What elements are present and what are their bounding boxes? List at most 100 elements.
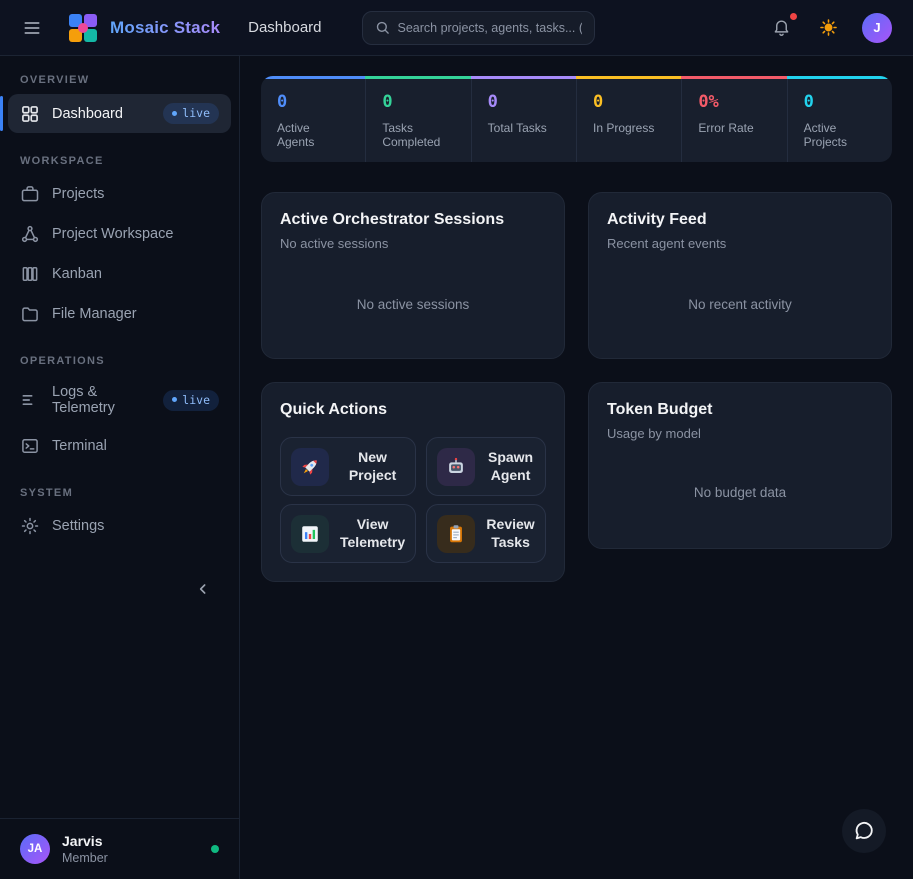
clipboard-icon [437,515,475,553]
folder-icon [20,304,40,324]
stat-value: 0 [804,92,876,112]
user-avatar[interactable]: J [862,13,892,43]
mosaic-logo-icon [66,11,100,45]
sessions-empty-state: No active sessions [280,251,546,340]
brand[interactable]: Mosaic Stack [66,11,220,45]
stat-label: Tasks Completed [382,121,454,149]
live-dot-icon [172,397,177,402]
header-actions: J [768,13,892,43]
sidebar-item-project-workspace[interactable]: Project Workspace [8,215,231,253]
stat-value: 0 [593,92,665,112]
activity-feed-card: Activity Feed Recent agent events No rec… [588,192,892,359]
online-status-dot [211,845,219,853]
search-icon [375,20,390,35]
sidebar-item-kanban[interactable]: Kanban [8,255,231,293]
sidebar-item-settings[interactable]: Settings [8,507,231,545]
sidebar-item-logs-telemetry[interactable]: Logs & Telemetry live [8,375,231,425]
sessions-card: Active Orchestrator Sessions No active s… [261,192,565,359]
stat-value: 0% [698,92,770,112]
sidebar-item-dashboard[interactable]: Dashboard live [8,94,231,133]
card-subtitle: Usage by model [607,426,873,441]
stat-label: Active Projects [804,121,876,149]
card-title: Quick Actions [280,401,546,419]
stat-tasks-completed: 0 Tasks Completed [365,76,470,162]
grid-icon [20,104,40,124]
live-dot-icon [172,111,177,116]
chat-button[interactable] [842,809,886,853]
sidebar-item-label: Projects [52,186,104,202]
stat-value: 0 [382,92,454,112]
new-project-button[interactable]: New Project [280,437,416,496]
view-telemetry-button[interactable]: View Telemetry [280,504,416,563]
gear-icon [20,516,40,536]
stat-total-tasks: 0 Total Tasks [471,76,576,162]
collapse-sidebar-button[interactable] [191,577,215,601]
spawn-agent-button[interactable]: Spawn Agent [426,437,546,496]
user-name: Jarvis [62,833,108,849]
chart-icon [291,515,329,553]
quick-actions-grid: New Project [280,437,546,563]
card-subtitle: No active sessions [280,236,546,251]
sidebar-item-label: File Manager [52,306,137,322]
live-badge: live [163,390,219,411]
stat-label: Total Tasks [488,121,560,135]
main-content: 0 Active Agents 0 Tasks Completed 0 Tota… [240,56,913,879]
sidebar-item-label: Project Workspace [52,226,173,242]
stat-active-projects: 0 Active Projects [787,76,892,162]
logs-icon [20,390,40,410]
user-avatar-initials: JA [20,834,50,864]
review-tasks-button[interactable]: Review Tasks [426,504,546,563]
section-label: Workspace [0,149,239,173]
briefcase-icon [20,184,40,204]
breadcrumb[interactable]: Dashboard [248,19,321,36]
activity-empty-state: No recent activity [607,251,873,340]
stat-label: Error Rate [698,121,770,135]
search-input[interactable] [398,21,582,35]
brand-name: Mosaic Stack [110,18,220,38]
menu-icon [22,18,42,38]
section-label: System [0,481,239,505]
rocket-icon [291,448,329,486]
chevron-left-icon [195,581,211,597]
sidebar-section-system: System Settings [0,481,239,547]
sidebar-item-projects[interactable]: Projects [8,175,231,213]
sidebar-item-label: Terminal [52,438,107,454]
card-title: Active Orchestrator Sessions [280,211,546,229]
menu-button[interactable] [18,14,46,42]
stat-value: 0 [277,92,349,112]
budget-empty-state: No budget data [607,441,873,530]
stat-in-progress: 0 In Progress [576,76,681,162]
sidebar-item-label: Dashboard [52,106,123,122]
card-title: Activity Feed [607,211,873,229]
quick-actions-card: Quick Actions [261,382,565,582]
card-subtitle: Recent agent events [607,236,873,251]
card-title: Token Budget [607,401,873,419]
robot-icon [437,448,475,486]
top-bar: Mosaic Stack Dashboard J [0,0,913,56]
theme-toggle-button[interactable] [815,14,842,41]
bell-icon [772,18,791,37]
search-bar[interactable] [362,11,595,45]
sidebar-item-label: Settings [52,518,104,534]
stat-label: In Progress [593,121,665,135]
notification-dot [790,13,797,20]
token-budget-card: Token Budget Usage by model No budget da… [588,382,892,549]
stats-row: 0 Active Agents 0 Tasks Completed 0 Tota… [261,76,892,162]
stat-label: Active Agents [277,121,349,149]
section-label: Operations [0,349,239,373]
sidebar-section-operations: Operations Logs & Telemetry live Termina… [0,349,239,467]
notifications-button[interactable] [768,14,795,41]
sidebar-item-terminal[interactable]: Terminal [8,427,231,465]
sidebar-item-label: Logs & Telemetry [52,384,151,416]
sidebar-user-card[interactable]: JA Jarvis Member [0,818,239,879]
sidebar-collapse-row [0,547,239,601]
network-icon [20,224,40,244]
sidebar-section-overview: Overview Dashboard live [0,68,239,135]
action-label: New Project [340,449,405,484]
sidebar-section-workspace: Workspace Projects Project Workspace Kan… [0,149,239,335]
terminal-icon [20,436,40,456]
sidebar-item-file-manager[interactable]: File Manager [8,295,231,333]
stat-error-rate: 0% Error Rate [681,76,786,162]
stat-value: 0 [488,92,560,112]
action-label: Spawn Agent [486,449,535,484]
